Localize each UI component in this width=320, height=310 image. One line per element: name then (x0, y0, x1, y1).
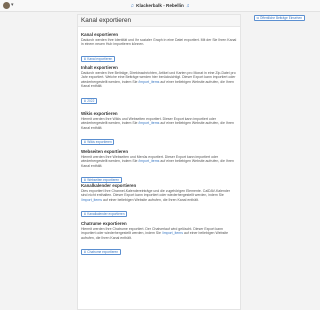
export-wikis-button[interactable]: ⬇Wikis exportieren (81, 139, 115, 146)
section-description: Dadurch werden Ihre Beiträge, Direktnach… (81, 70, 236, 89)
download-icon: ⬇ (83, 250, 87, 255)
site-title: Klackerbalk - Rebellin (136, 3, 184, 8)
import-items-link[interactable]: /import_items (138, 121, 159, 125)
export-chatrooms-button[interactable]: ⬇Chatrume exportieren (81, 249, 121, 256)
section-description: Hiermit werden Ihre Webseiten und Menüs … (81, 154, 234, 168)
download-icon: ⬇ (83, 140, 87, 145)
button-label: 2022 (87, 98, 95, 103)
export-calendar-button[interactable]: ⬇Kanalkalender exportieren (81, 211, 128, 218)
section-heading: Kanalkalender exportieren (81, 183, 137, 188)
section-content-export: Inhalt exportieren Dadurch werden Ihre B… (81, 65, 237, 107)
section-channel-export: Kanal exportieren Dadurch werden Ihre Id… (81, 32, 237, 65)
button-label: Chatrume exportieren (87, 250, 119, 255)
card-header: Kanal exportieren (78, 15, 240, 27)
export-card: Kanal exportieren Kanal exportieren Dadu… (77, 14, 241, 310)
section-description: Hiermit werden Ihre Chatrume exportiert.… (81, 226, 229, 240)
top-navbar: ▾ ♫ Klackerbalk - Rebellin ♫ (0, 0, 320, 12)
download-icon: ⬇ (83, 56, 87, 61)
import-items-link[interactable]: /import_items (162, 231, 183, 235)
import-items-link[interactable]: /import_items (81, 198, 102, 202)
music-icon: ♫ (186, 3, 190, 8)
export-channel-button[interactable]: ⬇Kanal exportieren (81, 55, 115, 62)
section-wikis-export: Wikis exportieren Hiermit werden Ihre Wi… (81, 111, 237, 148)
download-icon: ⬇ (83, 178, 87, 183)
section-calendar-export: Kanalkalender exportieren Dies exportier… (81, 183, 237, 220)
section-description: Dadurch werden Ihre Identität und Ihr so… (81, 37, 237, 47)
section-chatrooms-export: Chatrume exportieren Hiermit werden Ihre… (81, 221, 237, 258)
button-label: Wikis exportieren (87, 140, 112, 145)
section-heading: Kanal exportieren (81, 32, 119, 37)
section-description: Hiermit werden Ihre Wikis und Webseiten … (81, 116, 234, 130)
music-icon: ♫ (130, 3, 134, 8)
page-title: Kanal exportieren (81, 17, 132, 24)
button-label: Kanalkalender exportieren (87, 212, 125, 217)
download-icon: ⬇ (83, 212, 87, 217)
import-items-link[interactable]: /import_items (138, 80, 159, 84)
section-heading: Webseiten exportieren (81, 149, 129, 154)
button-label: Webseiten exportieren (87, 178, 120, 183)
export-year-button[interactable]: ⬇2022 (81, 97, 97, 104)
download-icon: ⬇ (83, 98, 87, 103)
section-heading: Chatrume exportieren (81, 221, 127, 226)
section-webpages-export: Webseiten exportieren Hiermit werden Ihr… (81, 149, 237, 186)
public-posts-button[interactable]: ⧉Öffentliche Beiträge Einsehen (254, 15, 305, 21)
site-brand[interactable]: ♫ Klackerbalk - Rebellin ♫ (0, 2, 320, 10)
external-link-icon: ⧉ (256, 16, 259, 20)
section-heading: Inhalt exportieren (81, 65, 118, 70)
button-label: Öffentliche Beiträge Einsehen (259, 16, 302, 20)
section-heading: Wikis exportieren (81, 111, 118, 116)
button-label: Kanal exportieren (87, 56, 113, 61)
import-items-link[interactable]: /import_items (138, 159, 159, 163)
section-description: Dies exportiert Ihre Channel-Kalenderein… (81, 188, 230, 202)
